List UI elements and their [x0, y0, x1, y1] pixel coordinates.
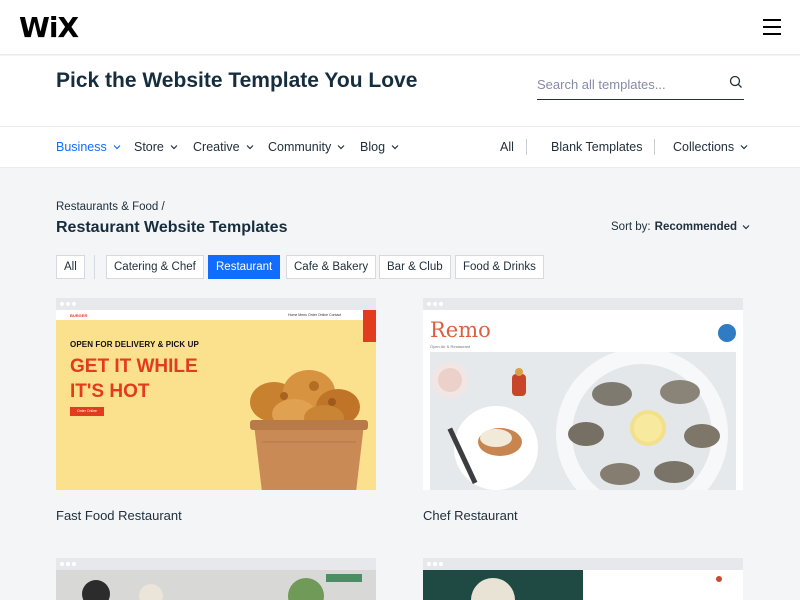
chevron-down-icon: [113, 145, 121, 150]
sort-dropdown[interactable]: Sort by: Recommended: [611, 221, 750, 233]
browser-frame: [423, 298, 743, 310]
menu-icon[interactable]: [763, 19, 781, 35]
nav-community-label: Community: [268, 140, 332, 154]
nav-blog[interactable]: Blog: [360, 140, 399, 154]
template-card-chef[interactable]: Remo Open Air & Restaurant Chef Restaura…: [423, 298, 743, 523]
nav-community[interactable]: Community: [268, 140, 345, 154]
filter-divider: [94, 255, 95, 279]
template-preview-partial[interactable]: [423, 570, 743, 600]
chevron-down-icon: [742, 225, 750, 230]
nav-divider: [526, 139, 527, 155]
preview-tagline: Open Air & Restaurant: [430, 344, 471, 349]
preview-menu-button: [718, 324, 736, 342]
nav-creative-label: Creative: [193, 140, 240, 154]
template-name[interactable]: Chef Restaurant: [423, 508, 518, 523]
nav-blog-label: Blog: [360, 140, 386, 154]
preview-brand: Remo: [430, 318, 491, 342]
template-card-partial[interactable]: [56, 558, 376, 600]
category-nav: Business Store Creative Community Blog A…: [0, 126, 800, 168]
filter-bar-club[interactable]: Bar & Club: [379, 255, 451, 279]
preview-heading: GET IT WHILE IT'S HOT: [70, 354, 198, 404]
nav-creative[interactable]: Creative: [193, 140, 254, 154]
nav-store-label: Store: [134, 140, 164, 154]
nav-collections-label: Collections: [673, 140, 735, 154]
nav-divider: [654, 139, 655, 155]
preview-subheading: OPEN FOR DELIVERY & PICK UP: [70, 340, 199, 349]
chevron-down-icon: [740, 145, 748, 150]
filter-restaurant[interactable]: Restaurant: [208, 255, 281, 279]
nav-collections[interactable]: Collections: [673, 140, 748, 154]
preview-links: Home Menu Order Online Contact: [288, 313, 342, 317]
chevron-down-icon: [337, 145, 345, 150]
preview-heading-line-2: IT'S HOT: [70, 381, 150, 402]
dark-restaurant-image: [423, 570, 743, 600]
template-card-fast-food[interactable]: BURGER Home Menu Order Online Contact OP…: [56, 298, 376, 523]
filter-catering-chef[interactable]: Catering & Chef: [106, 255, 204, 279]
page-header: Pick the Website Template You Love: [0, 56, 800, 126]
nav-store[interactable]: Store: [134, 140, 178, 154]
chevron-down-icon: [246, 145, 253, 150]
preview-order-button: Order Online: [70, 407, 104, 416]
template-preview-chef[interactable]: Remo Open Air & Restaurant: [423, 310, 743, 490]
nav-business[interactable]: Business: [56, 140, 121, 154]
template-card-partial[interactable]: [423, 558, 743, 600]
oysters-table-image: [430, 352, 736, 490]
preview-side-tab: [363, 310, 376, 342]
browser-frame: [56, 558, 376, 570]
top-bar: WiX: [0, 0, 800, 55]
nav-all[interactable]: All: [500, 140, 514, 154]
food-spread-image: [56, 570, 376, 600]
filter-all[interactable]: All: [56, 255, 85, 279]
chevron-down-icon: [170, 145, 178, 150]
chevron-down-icon: [391, 145, 399, 150]
search-bar: [537, 70, 744, 100]
browser-frame: [423, 558, 743, 570]
search-icon[interactable]: [728, 74, 744, 90]
page-title: Pick the Website Template You Love: [56, 69, 418, 92]
filter-food-drinks[interactable]: Food & Drinks: [455, 255, 544, 279]
sort-label: Sort by:: [611, 221, 651, 233]
template-preview-partial[interactable]: [56, 570, 376, 600]
template-name[interactable]: Fast Food Restaurant: [56, 508, 182, 523]
section-title: Restaurant Website Templates: [56, 219, 288, 236]
browser-frame: [56, 298, 376, 310]
template-preview-fast-food[interactable]: BURGER Home Menu Order Online Contact OP…: [56, 310, 376, 490]
breadcrumb[interactable]: Restaurants & Food /: [56, 201, 165, 213]
sort-value: Recommended: [654, 221, 738, 233]
preview-logo: BURGER: [70, 313, 88, 318]
nav-blank-templates[interactable]: Blank Templates: [551, 140, 643, 154]
preview-heading-line-1: GET IT WHILE: [70, 356, 198, 377]
fried-chicken-bucket-image: [250, 370, 368, 490]
filter-cafe-bakery[interactable]: Cafe & Bakery: [286, 255, 377, 279]
nav-business-label: Business: [56, 140, 107, 154]
wix-logo[interactable]: WiX: [19, 11, 79, 44]
search-input[interactable]: [537, 74, 717, 94]
preview-navbar: BURGER Home Menu Order Online Contact: [56, 310, 376, 320]
